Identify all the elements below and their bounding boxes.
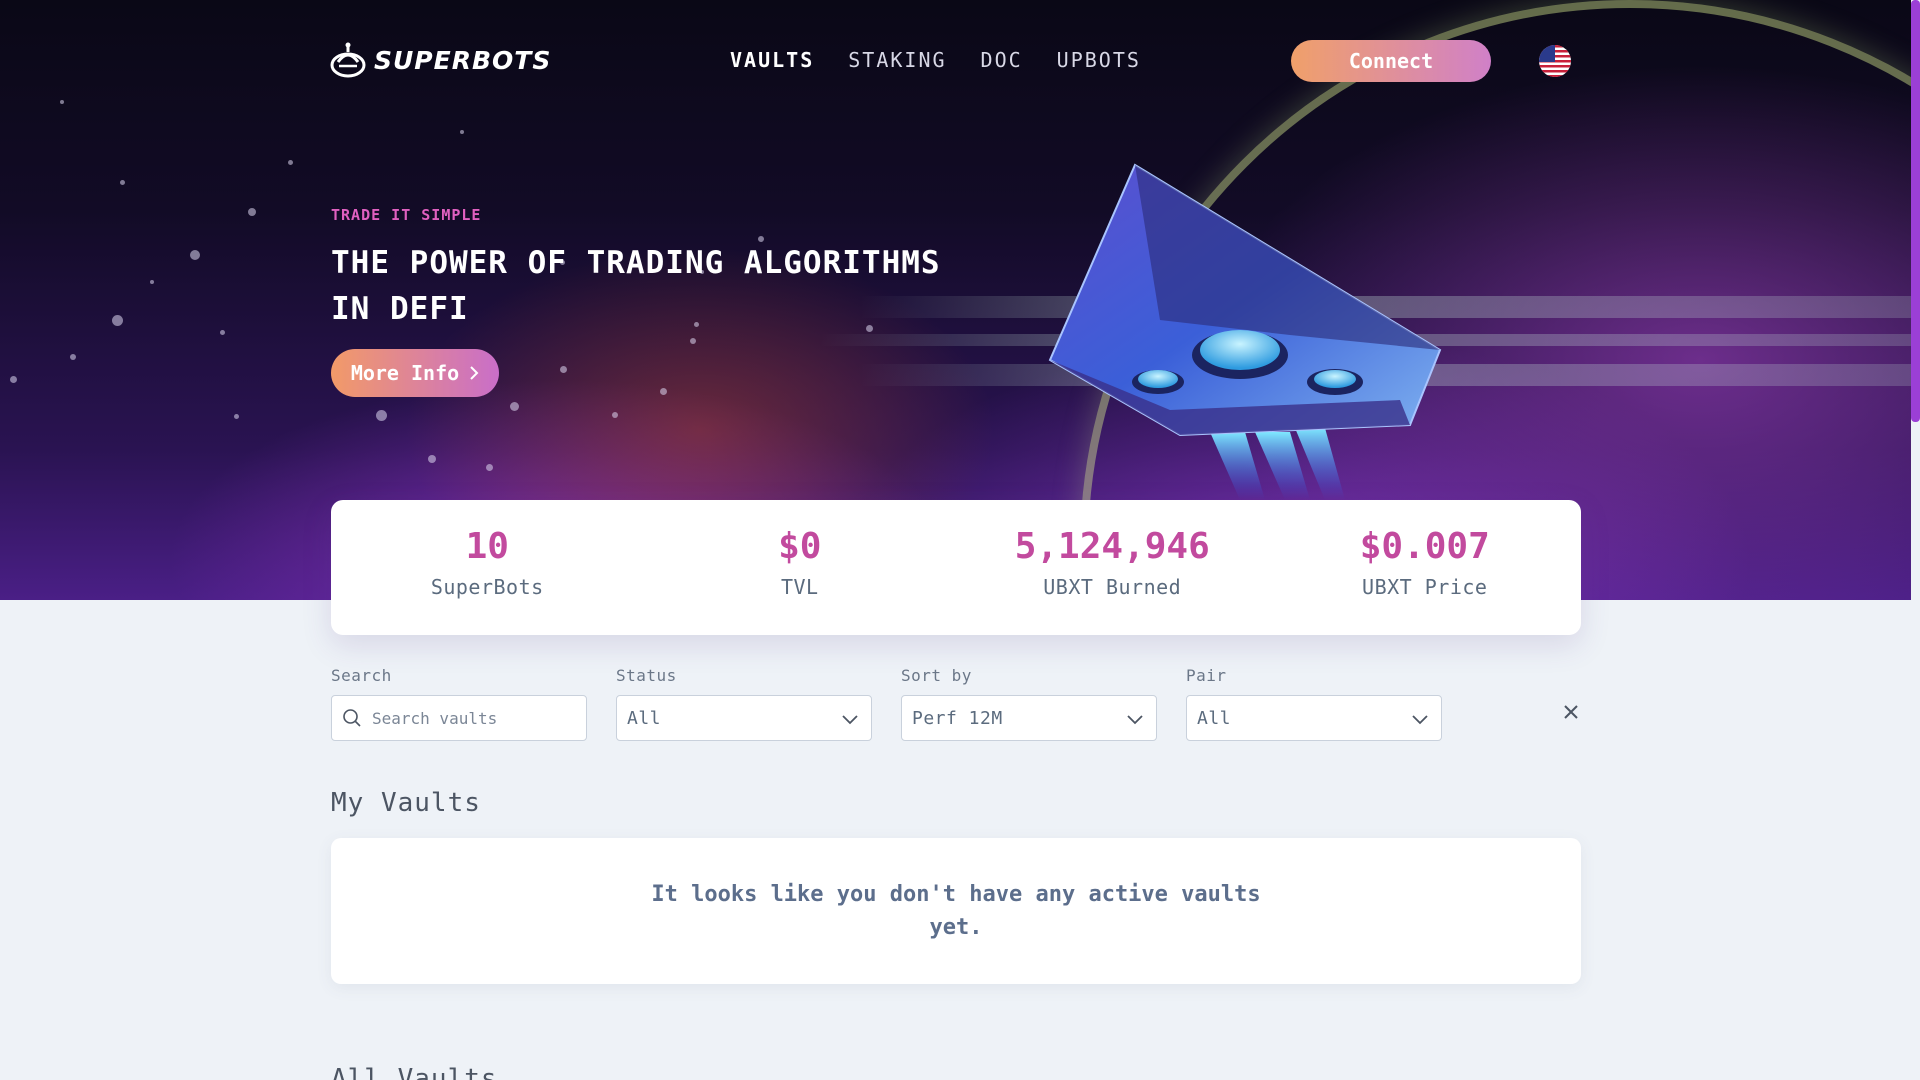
stat-label: UBXT Burned [1043, 575, 1182, 599]
my-vaults-empty-card: It looks like you don't have any active … [331, 838, 1581, 984]
stat-tvl: $0 TVL [644, 500, 957, 635]
more-info-label: More Info [350, 361, 460, 385]
sort-filter: Sort by Perf 12M [901, 666, 1157, 741]
scrollbar[interactable] [1911, 0, 1920, 1080]
sort-value: Perf 12M [912, 707, 1003, 729]
pair-select[interactable]: All [1186, 695, 1442, 741]
pair-label: Pair [1186, 666, 1227, 685]
stat-ubxt-price: $0.007 UBXT Price [1269, 500, 1582, 635]
nav-staking[interactable]: STAKING [848, 48, 946, 72]
nav-doc[interactable]: DOC [981, 48, 1023, 72]
all-vaults-title: All Vaults [331, 1064, 498, 1080]
stat-label: UBXT Price [1362, 575, 1488, 599]
stat-value: $0.007 [1359, 526, 1490, 567]
nav-upbots[interactable]: UPBOTS [1057, 48, 1141, 72]
robot-logo-icon [330, 42, 366, 78]
hero-headline-line1: THE POWER OF TRADING ALGORITHMS [331, 245, 941, 281]
stats-card: 10 SuperBots $0 TVL 5,124,946 UBXT Burne… [331, 500, 1581, 635]
status-filter: Status All [616, 666, 872, 741]
more-info-button[interactable]: More Info [331, 349, 499, 397]
sort-select[interactable]: Perf 12M [901, 695, 1157, 741]
search-field[interactable] [331, 695, 587, 741]
chevron-down-icon [1127, 715, 1143, 725]
top-nav: SUPERBOTS VAULTS STAKING DOC UPBOTS Conn… [330, 40, 1580, 82]
status-select[interactable]: All [616, 695, 872, 741]
stat-value: 5,124,946 [1014, 526, 1210, 567]
brand-name: SUPERBOTS [374, 45, 552, 75]
stat-label: SuperBots [430, 575, 544, 599]
pair-filter: Pair All [1186, 666, 1442, 741]
stat-superbots: 10 SuperBots [331, 500, 644, 635]
spaceship-illustration [1048, 163, 1442, 500]
language-flag-icon[interactable] [1539, 45, 1571, 77]
chevron-down-icon [842, 715, 858, 725]
chevron-down-icon [1412, 715, 1428, 725]
search-filter: Search [331, 666, 587, 741]
hero-kicker: TRADE IT SIMPLE [331, 206, 482, 224]
nav-links: VAULTS STAKING DOC UPBOTS [730, 48, 1141, 72]
stat-ubxt-burned: 5,124,946 UBXT Burned [956, 500, 1269, 635]
close-icon [1564, 705, 1578, 719]
status-label: Status [616, 666, 677, 685]
scrollbar-thumb[interactable] [1911, 0, 1920, 422]
nav-vaults[interactable]: VAULTS [730, 48, 814, 72]
chevron-right-icon [470, 366, 479, 380]
empty-vaults-message: It looks like you don't have any active … [651, 882, 1261, 940]
pair-value: All [1197, 707, 1232, 729]
connect-button[interactable]: Connect [1291, 40, 1491, 82]
stat-value: 10 [465, 526, 509, 567]
search-label: Search [331, 666, 392, 685]
hero-headline: THE POWER OF TRADING ALGORITHMS IN DEFI [331, 240, 951, 332]
stat-value: $0 [778, 526, 822, 567]
logo[interactable]: SUPERBOTS [330, 42, 551, 78]
my-vaults-title: My Vaults [331, 788, 481, 818]
search-input[interactable] [372, 708, 572, 728]
search-icon [343, 709, 361, 727]
status-value: All [627, 707, 662, 729]
clear-filters-button[interactable] [1562, 703, 1580, 725]
stat-label: TVL [780, 575, 819, 599]
hero-headline-line2: IN DEFI [331, 291, 469, 327]
sort-label: Sort by [901, 666, 972, 685]
